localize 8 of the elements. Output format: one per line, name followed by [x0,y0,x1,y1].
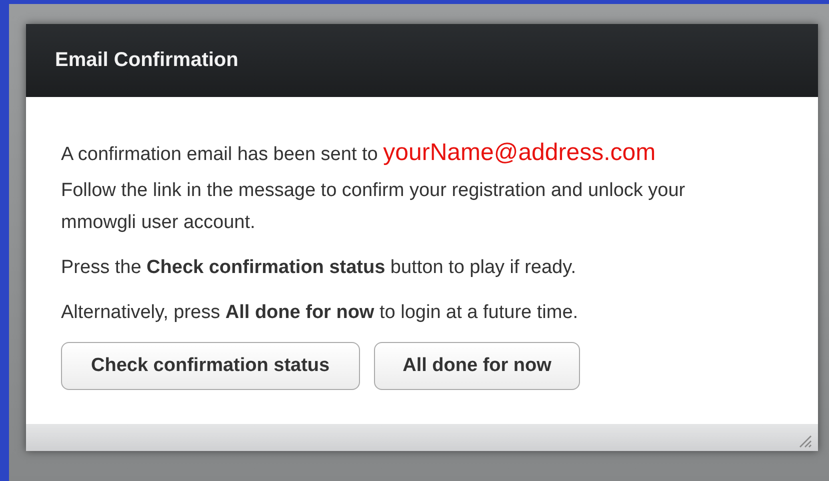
instruction-text: Alternatively, press All done for now to login at a future time. [61,301,580,325]
dialog-title: Email Confirmation [55,49,238,72]
resize-grip-icon[interactable] [798,434,812,448]
instruction-text: Press the Check confirmation status button to play if ready. [61,256,577,280]
dialog-button[interactable]: All done for now [374,342,580,390]
instruction-text: Follow the link in the message to confirm your registration and unlock your mmowgli user account. [61,179,686,235]
dialog-button[interactable]: Check confirmation status [61,342,360,390]
sent-notice: A confirmation email has been sent to yourName@address.com [61,138,657,168]
